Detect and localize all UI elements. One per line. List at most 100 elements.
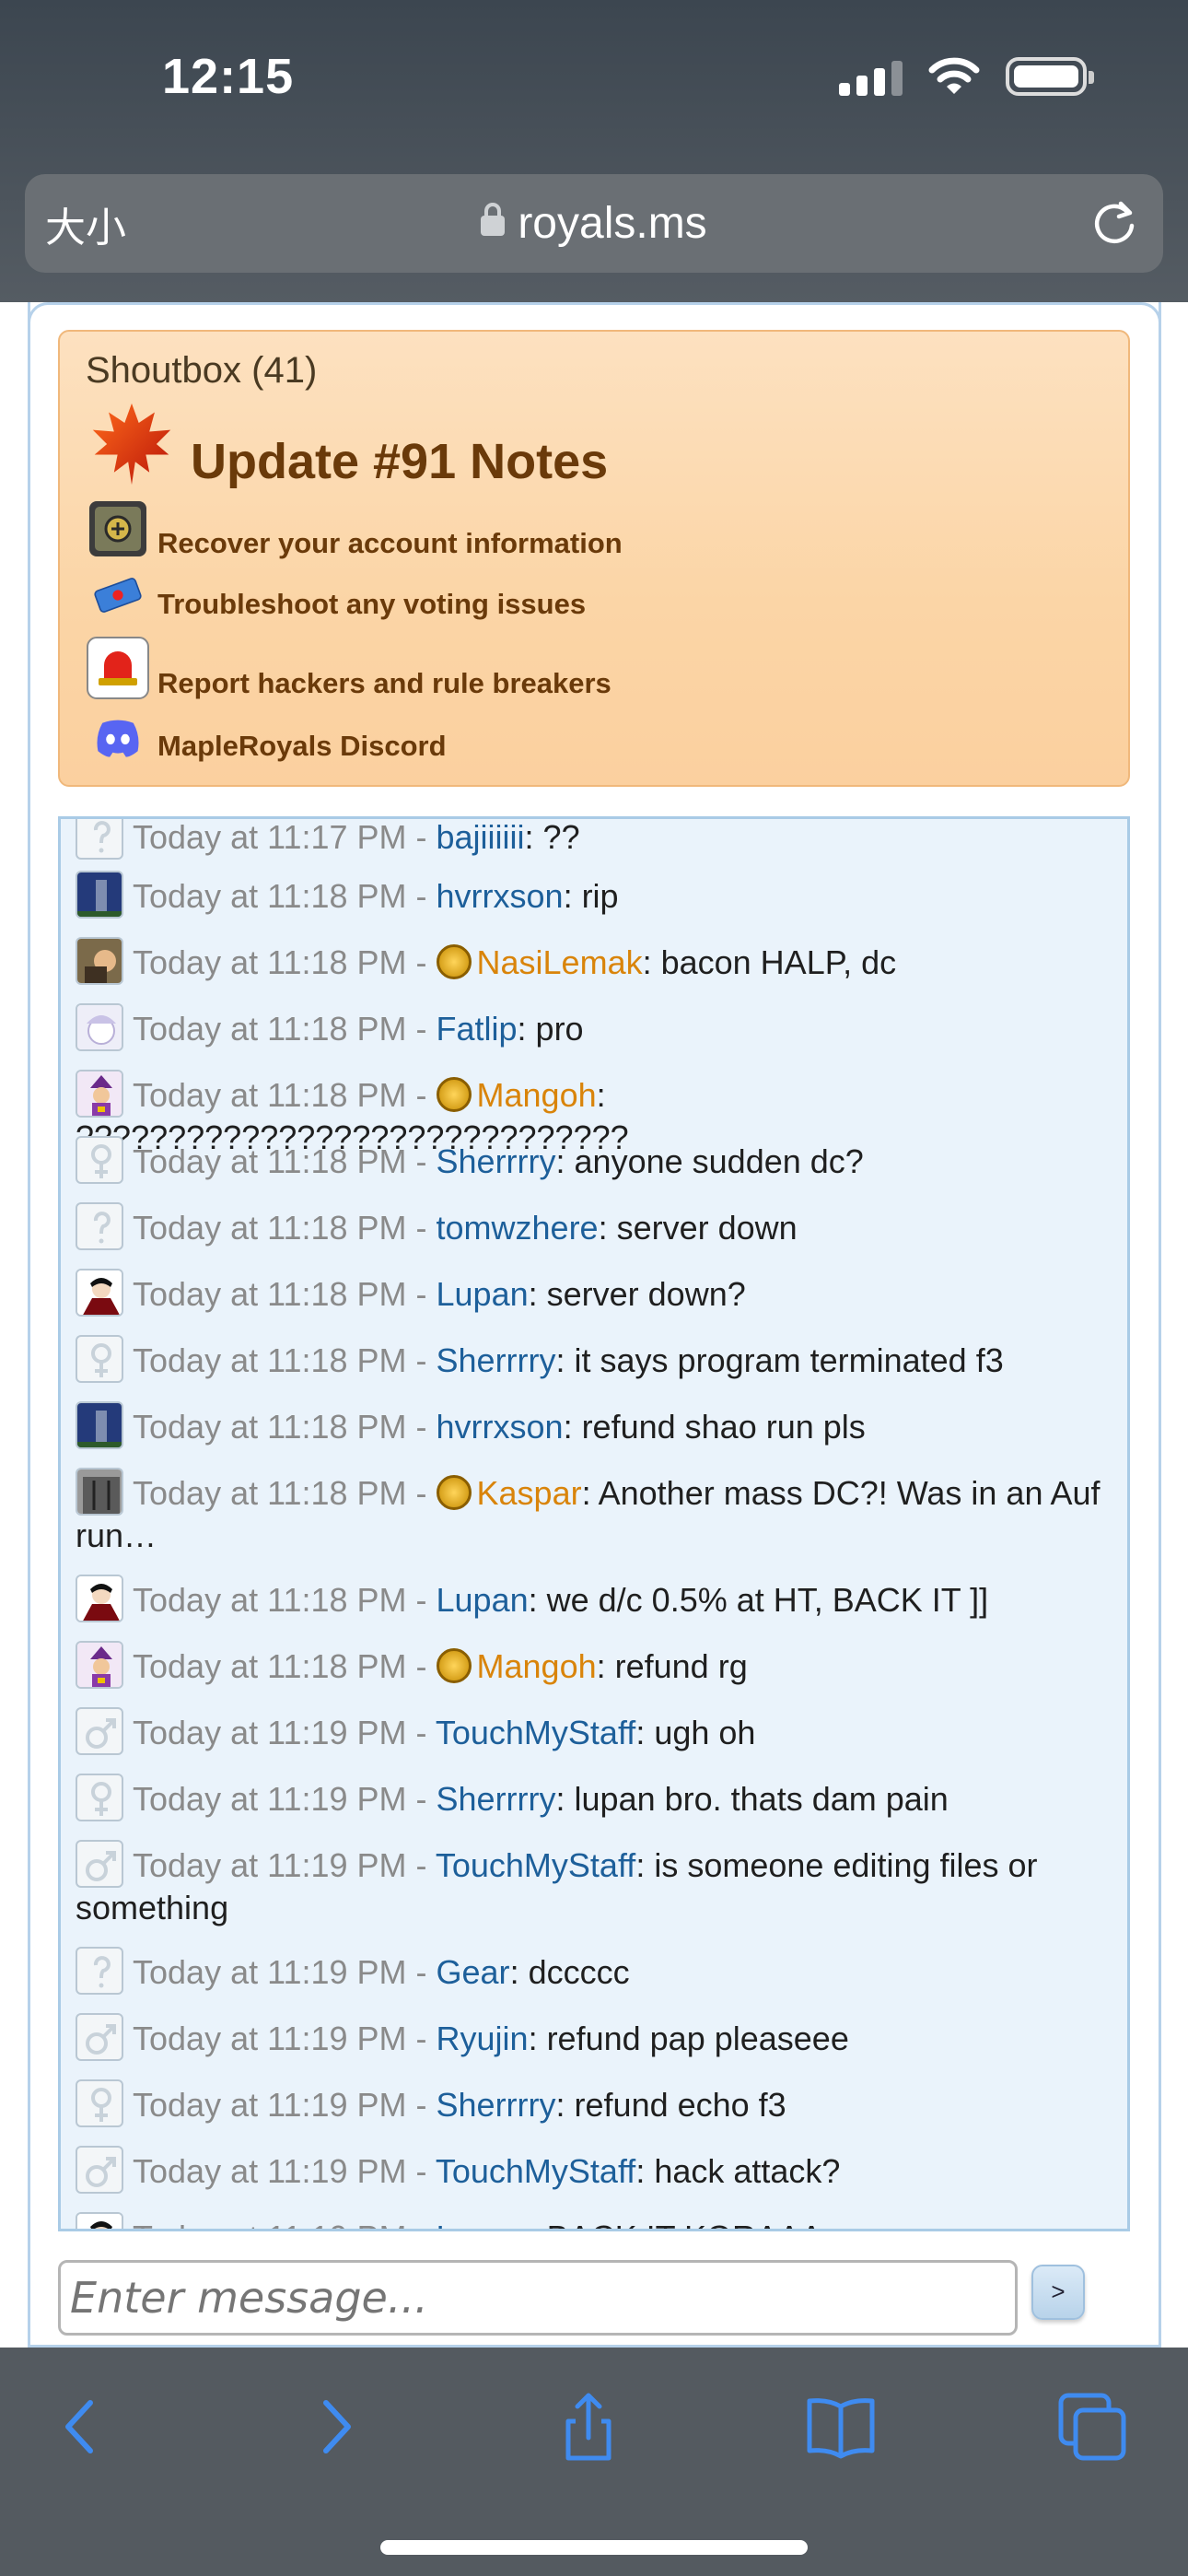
shoutbox-message: Today at 11:18 PM - Sherrrry: it says pr…	[76, 1335, 1116, 1383]
avatar[interactable]	[76, 1641, 123, 1689]
update-notes-link[interactable]: Update #91 Notes	[191, 433, 608, 490]
message-username[interactable]: bajiiiiii	[437, 819, 525, 856]
share-icon[interactable]	[552, 2390, 625, 2464]
timestamp-separator: -	[406, 1474, 437, 1512]
avatar[interactable]	[76, 937, 123, 985]
message-username[interactable]: hvrrxson	[437, 877, 564, 915]
maple-leaf-icon	[92, 403, 171, 486]
message-username[interactable]: Fatlip	[437, 1010, 518, 1048]
message-username[interactable]: Mangoh	[477, 1647, 597, 1685]
message-timestamp: Today at 11:18 PM	[133, 1647, 407, 1685]
cellular-signal-icon	[839, 59, 903, 96]
avatar[interactable]	[76, 1003, 123, 1051]
voting-issues-link[interactable]: Troubleshoot any voting issues	[86, 569, 586, 621]
message-timestamp: Today at 11:18 PM	[133, 1408, 407, 1446]
avatar[interactable]	[76, 1575, 123, 1622]
discord-link[interactable]: MapleRoyals Discord	[86, 711, 447, 763]
message-username[interactable]: TouchMyStaff	[436, 1846, 635, 1884]
shoutbox-message-log[interactable]: Today at 11:17 PM - bajiiiiii: ?? Today a…	[58, 816, 1130, 2231]
message-username[interactable]: TouchMyStaff	[436, 1714, 635, 1751]
message-username[interactable]: NasiLemak	[477, 943, 643, 981]
forward-icon[interactable]	[300, 2390, 374, 2464]
message-text: : lupan bro. thats dam pain	[555, 1780, 949, 1818]
browser-top-chrome: 12:15 大小 royals.ms	[0, 0, 1188, 302]
message-username[interactable]: Gear	[437, 1953, 510, 1991]
recover-account-link[interactable]: Recover your account information	[86, 496, 623, 560]
message-username[interactable]: Sherrrry	[437, 2086, 556, 2124]
message-timestamp: Today at 11:19 PM	[133, 1780, 407, 1818]
message-username[interactable]: Ryujin	[437, 2020, 529, 2057]
donor-coin-icon	[436, 1475, 472, 1510]
shoutbox-message: Today at 11:19 PM - Lupan: BACK IT KORAA…	[76, 2212, 1116, 2229]
shoutbox-message: Today at 11:19 PM - TouchMyStaff: hack a…	[76, 2146, 1116, 2194]
avatar[interactable]	[76, 2146, 123, 2194]
timestamp-separator: -	[406, 1076, 437, 1114]
message-text: : pro	[517, 1010, 584, 1048]
message-username[interactable]: tomwzhere	[437, 1209, 599, 1247]
battery-icon	[1006, 57, 1094, 96]
message-text: : refund echo f3	[555, 2086, 786, 2124]
timestamp-separator: -	[406, 2020, 437, 2057]
message-username[interactable]: Lupan	[437, 2219, 529, 2229]
avatar[interactable]	[76, 1947, 123, 1995]
shoutbox-message: Today at 11:18 PM - NasiLemak: bacon HAL…	[76, 937, 1116, 985]
send-button[interactable]: >	[1031, 2265, 1085, 2320]
discord-icon	[97, 720, 139, 757]
message-timestamp: Today at 11:19 PM	[133, 2219, 407, 2229]
address-bar[interactable]: 大小 royals.ms	[25, 174, 1163, 273]
status-time: 12:15	[162, 49, 295, 104]
shoutbox-message: Today at 11:19 PM - Ryujin: refund pap p…	[76, 2013, 1116, 2061]
back-icon[interactable]	[42, 2390, 116, 2464]
status-icons	[839, 57, 1094, 96]
timestamp-separator: -	[406, 1142, 437, 1180]
message-username[interactable]: hvrrxson	[437, 1408, 564, 1446]
avatar[interactable]	[76, 1707, 123, 1755]
message-username[interactable]: Mangoh	[477, 1076, 597, 1114]
avatar[interactable]	[76, 2013, 123, 2061]
donor-coin-icon	[436, 944, 472, 979]
avatar[interactable]	[76, 871, 123, 919]
timestamp-separator: -	[406, 1010, 437, 1048]
message-username[interactable]: Lupan	[437, 1581, 529, 1619]
avatar[interactable]	[76, 1401, 123, 1449]
bookmarks-icon[interactable]	[804, 2390, 878, 2464]
avatar[interactable]	[76, 1468, 123, 1516]
message-timestamp: Today at 11:19 PM	[133, 2086, 407, 2124]
timestamp-separator: -	[406, 1647, 437, 1685]
message-timestamp: Today at 11:18 PM	[133, 1275, 407, 1313]
ticket-icon	[94, 578, 142, 613]
message-username[interactable]: Sherrrry	[437, 1142, 556, 1180]
message-username[interactable]: Lupan	[437, 1275, 529, 1313]
avatar[interactable]	[76, 1202, 123, 1250]
avatar[interactable]	[76, 1136, 123, 1184]
avatar[interactable]	[76, 1840, 123, 1888]
avatar[interactable]	[76, 1070, 123, 1118]
message-username[interactable]: Sherrrry	[437, 1341, 556, 1379]
shoutbox-title[interactable]: Shoutbox (41)	[86, 350, 317, 392]
message-timestamp: Today at 11:18 PM	[133, 1581, 407, 1619]
message-username[interactable]: Kaspar	[477, 1474, 582, 1512]
report-hackers-link[interactable]: Report hackers and rule breakers	[86, 636, 611, 700]
tabs-icon[interactable]	[1055, 2390, 1129, 2464]
avatar[interactable]	[76, 2212, 123, 2229]
avatar[interactable]	[76, 2079, 123, 2127]
message-input[interactable]	[58, 2260, 1018, 2336]
message-timestamp: Today at 11:18 PM	[133, 1474, 407, 1512]
message-username[interactable]: TouchMyStaff	[436, 2152, 635, 2190]
avatar[interactable]	[76, 1774, 123, 1821]
message-text: : BACK IT KORAAA	[529, 2219, 822, 2229]
avatar[interactable]	[76, 1335, 123, 1383]
timestamp-separator: -	[406, 1581, 437, 1619]
reload-icon[interactable]	[1089, 198, 1139, 248]
alarm-siren-icon	[87, 637, 149, 699]
message-username[interactable]: Sherrrry	[437, 1780, 556, 1818]
avatar[interactable]	[76, 1269, 123, 1317]
message-timestamp: Today at 11:17 PM	[133, 818, 407, 856]
timestamp-separator: -	[406, 877, 437, 915]
url-field[interactable]: royals.ms	[25, 198, 1163, 249]
message-text: : server down?	[528, 1275, 746, 1313]
avatar[interactable]	[76, 819, 123, 860]
shoutbox-message: Today at 11:18 PM - Kaspar: Another mass…	[76, 1468, 1116, 1556]
timestamp-separator: -	[406, 1408, 437, 1446]
shoutbox-message: Today at 11:18 PM - Fatlip: pro	[76, 1003, 1116, 1051]
